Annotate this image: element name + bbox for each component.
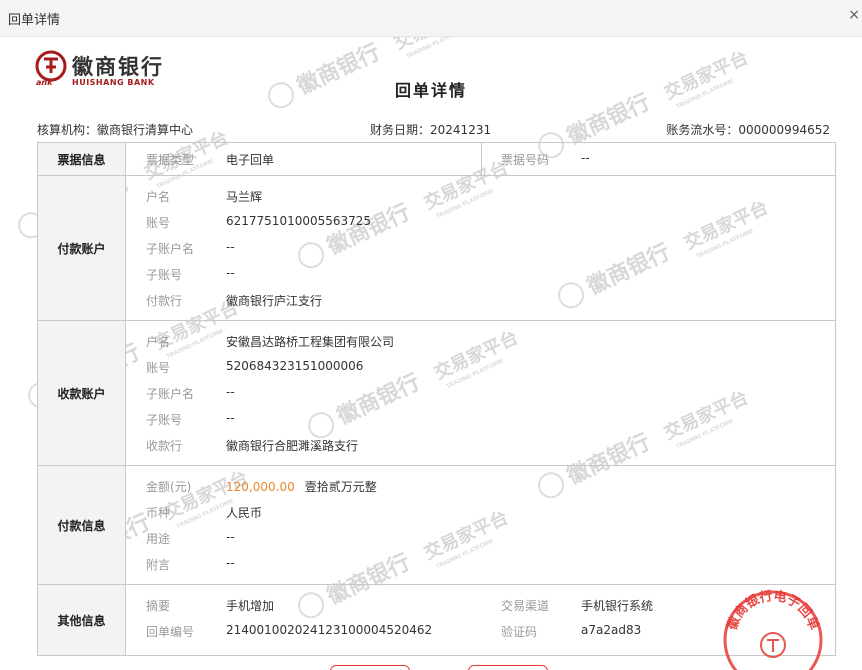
payer-row: 户名 马兰辉 xyxy=(126,182,835,208)
window-title: 回单详情 xyxy=(8,13,61,28)
date-label: 财务日期： xyxy=(370,123,431,137)
payer-value: 6217751010005563725 xyxy=(226,214,372,228)
serial-label: 账务流水号： xyxy=(666,123,739,137)
payee-section: 收款账户 户名 安徽昌达路桥工程集团有限公司 账号 5206843231510000… xyxy=(37,320,836,466)
payer-value: 马兰辉 xyxy=(226,190,263,204)
payee-label: 子账号 xyxy=(146,413,183,427)
payee-row: 账号 520684323151000006 xyxy=(126,353,835,379)
payee-value: -- xyxy=(226,385,235,399)
payee-row: 收款行 徽商银行合肥濉溪路支行 xyxy=(126,431,835,457)
ticket-no-label: 票据号码 xyxy=(501,153,550,167)
payee-label: 子账户名 xyxy=(146,387,195,401)
payee-value: 520684323151000006 xyxy=(226,359,364,373)
payer-label: 账号 xyxy=(146,216,171,230)
divider xyxy=(481,143,482,175)
ticket-type-value: 电子回单 xyxy=(226,153,275,167)
amount-words: 壹拾贰万元整 xyxy=(304,480,377,494)
section-label-payment: 付款信息 xyxy=(37,465,126,585)
payee-value: -- xyxy=(226,411,235,425)
date-info: 财务日期：20241231 xyxy=(370,121,491,138)
payee-label: 户名 xyxy=(146,335,171,349)
watermark-text: 交易家平台 xyxy=(391,37,481,53)
verify-label: 验证码 xyxy=(501,625,538,639)
other-section: 其他信息 摘要 手机增加 交易渠道 手机银行系统 回单编号 2140010020… xyxy=(37,584,836,656)
amount-row: 金额(元) 120,000.00 壹拾贰万元整 xyxy=(126,472,835,498)
receipt-document: 徽商银行 交易家平台 TRADING PLATFORM 徽商银行 交易家平台 T… xyxy=(0,37,862,670)
currency-value: 人民币 xyxy=(226,506,263,520)
payer-label: 户名 xyxy=(146,190,171,204)
receipt-no-label: 回单编号 xyxy=(146,625,195,639)
payer-row: 子账户名 -- xyxy=(126,234,835,260)
org-value: 徽商银行清算中心 xyxy=(97,123,194,137)
payer-label: 子账户名 xyxy=(146,242,195,256)
payee-row: 子账号 -- xyxy=(126,405,835,431)
window-titlebar: 回单详情 × xyxy=(0,0,862,37)
ticket-type-label: 票据类型 xyxy=(146,153,195,167)
payer-section: 付款账户 户名 马兰辉 账号 6217751010005563725 子账户名 -- … xyxy=(37,175,836,321)
summary-value: 手机增加 xyxy=(226,599,275,613)
payee-value: 徽商银行合肥濉溪路支行 xyxy=(226,439,359,453)
currency-label: 币种 xyxy=(146,506,171,520)
document-title: 回单详情 xyxy=(394,81,467,100)
note-value: -- xyxy=(226,556,235,570)
payer-row: 子账号 -- xyxy=(126,260,835,286)
summary-label: 摘要 xyxy=(146,599,171,613)
other-row: 摘要 手机增加 交易渠道 手机银行系统 xyxy=(126,591,835,617)
verify-value: a7a2ad83 xyxy=(581,623,642,637)
section-label-ticket: 票据信息 xyxy=(37,142,126,176)
payer-label: 子账号 xyxy=(146,268,183,282)
payer-row: 账号 6217751010005563725 xyxy=(126,208,835,234)
amount-value: 120,000.00 xyxy=(226,480,295,494)
action-button-partial[interactable] xyxy=(468,665,548,670)
section-label-payee: 收款账户 xyxy=(37,320,126,466)
payee-row: 子账户名 -- xyxy=(126,379,835,405)
amount-label: 金额(元) xyxy=(146,480,192,494)
watermark-text: TRADING PLATFORM xyxy=(406,37,465,60)
payer-value: 徽商银行庐江支行 xyxy=(226,294,323,308)
ticket-section: 票据信息 票据类型 电子回单 票据号码 -- xyxy=(37,142,836,176)
note-label: 附言 xyxy=(146,558,171,572)
payee-row: 户名 安徽昌达路桥工程集团有限公司 xyxy=(126,327,835,353)
note-row: 附言 -- xyxy=(126,550,835,576)
channel-label: 交易渠道 xyxy=(501,599,550,613)
purpose-row: 用途 -- xyxy=(126,524,835,550)
payer-value: -- xyxy=(226,240,235,254)
ticket-no-value: -- xyxy=(581,151,590,165)
serial-info: 账务流水号：000000994652 xyxy=(666,121,830,138)
section-label-payer: 付款账户 xyxy=(37,175,126,321)
action-button-partial[interactable] xyxy=(330,665,410,670)
serial-value: 000000994652 xyxy=(738,123,830,137)
payment-section: 付款信息 金额(元) 120,000.00 壹拾贰万元整 币种 人民币 用途 -- 附… xyxy=(37,465,836,585)
payee-value: 安徽昌达路桥工程集团有限公司 xyxy=(226,335,395,349)
org-label: 核算机构： xyxy=(37,123,98,137)
purpose-value: -- xyxy=(226,530,235,544)
payee-label: 账号 xyxy=(146,361,171,375)
payer-value: -- xyxy=(226,266,235,280)
date-value: 20241231 xyxy=(430,123,492,137)
receipt-no-value: 21400100202412310000452046​2 xyxy=(226,623,433,637)
payer-row: 付款行 徽商银行庐江支行 xyxy=(126,286,835,312)
payee-label: 收款行 xyxy=(146,439,183,453)
org-info: 核算机构：徽商银行清算中心 xyxy=(37,121,193,138)
purpose-label: 用途 xyxy=(146,532,171,546)
close-icon[interactable]: × xyxy=(848,7,860,23)
section-label-other: 其他信息 xyxy=(37,584,126,656)
other-row: 回单编号 21400100202412310000452046​2 验证码 a7… xyxy=(126,617,835,643)
currency-row: 币种 人民币 xyxy=(126,498,835,524)
payer-label: 付款行 xyxy=(146,294,183,308)
channel-value: 手机银行系统 xyxy=(581,599,654,613)
receipt-table: 票据信息 票据类型 电子回单 票据号码 -- 付款账户 户名 马兰辉 账号 6217… xyxy=(37,142,836,656)
